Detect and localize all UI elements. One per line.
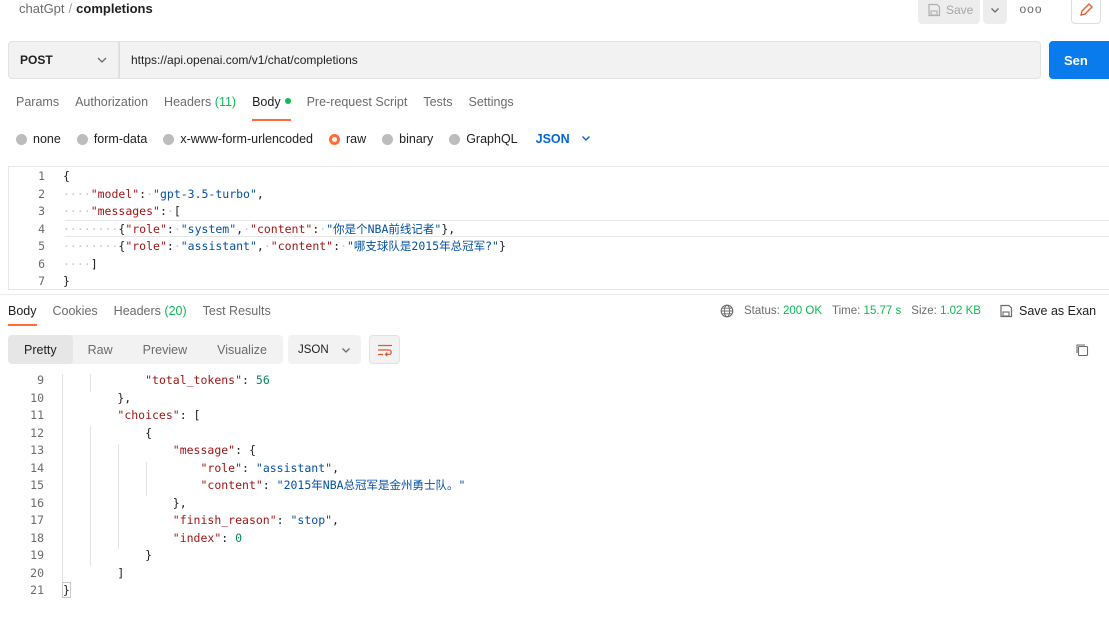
save-button[interactable]: Save: [918, 0, 980, 24]
chevron-down-icon: [97, 57, 107, 63]
url-input[interactable]: https://api.openai.com/v1/chat/completio…: [119, 41, 1041, 79]
request-tabs: Params Authorization Headers (11) Body P…: [0, 95, 522, 121]
edit-button[interactable]: [1071, 0, 1101, 24]
radio[interactable]: [382, 133, 394, 145]
body-modified-dot: [284, 98, 291, 104]
globe-icon[interactable]: [720, 304, 734, 318]
breadcrumb-collection[interactable]: chatGpt: [19, 1, 65, 16]
breadcrumb: chatGpt / completions: [19, 1, 153, 16]
body-type-form-data[interactable]: form-data: [76, 132, 147, 146]
response-meta: Status: 200 OK Time: 15.77 s Size: 1.02 …: [720, 304, 1096, 318]
radio[interactable]: [449, 133, 461, 145]
body-type-binary[interactable]: binary: [382, 132, 433, 146]
tab-response-headers[interactable]: Headers (20): [106, 304, 195, 326]
method-select[interactable]: POST: [8, 41, 119, 79]
response-format-value: JSON: [298, 343, 329, 356]
save-icon: [1000, 304, 1013, 318]
more-actions-button[interactable]: ooo: [1016, 2, 1046, 18]
response-tabs: Body Cookies Headers (20) Test Results: [0, 304, 279, 326]
radio[interactable]: [76, 133, 88, 145]
request-body-editor[interactable]: 1{ 2 ····"model":·"gpt-3.5-turbo", 3 ····"…: [8, 166, 1109, 290]
chevron-down-icon: [582, 136, 591, 141]
save-icon: [928, 3, 941, 17]
tab-body[interactable]: Body: [244, 95, 299, 121]
status-label: Status:: [744, 305, 780, 317]
response-format-select[interactable]: JSON: [288, 335, 361, 364]
pencil-icon: [1080, 3, 1093, 16]
view-preview[interactable]: Preview: [128, 335, 202, 364]
tab-params[interactable]: Params: [0, 95, 67, 121]
tab-response-body[interactable]: Body: [0, 304, 45, 326]
wrap-lines-button[interactable]: [369, 335, 400, 364]
chevron-down-icon: [341, 347, 350, 353]
size-value[interactable]: 1.02 KB: [940, 305, 981, 317]
body-type-none[interactable]: none: [16, 132, 61, 146]
body-type-selector: none form-data x-www-form-urlencoded raw…: [16, 130, 591, 148]
send-button[interactable]: Sen: [1049, 41, 1109, 79]
radio[interactable]: [16, 133, 27, 145]
time-label: Time:: [832, 305, 861, 317]
response-headers-count: (20): [164, 304, 187, 318]
tab-settings[interactable]: Settings: [461, 95, 522, 121]
status-value[interactable]: 200 OK: [783, 305, 822, 317]
save-label: Save: [946, 3, 974, 17]
method-value: POST: [20, 53, 53, 67]
view-visualize[interactable]: Visualize: [202, 335, 282, 364]
save-dropdown-button[interactable]: [983, 0, 1007, 24]
time-value[interactable]: 15.77 s: [864, 305, 902, 317]
save-response-button[interactable]: Save as Exan: [1019, 304, 1096, 318]
wrap-lines-icon: [377, 344, 392, 357]
headers-count: (11): [214, 95, 237, 109]
tab-test-results[interactable]: Test Results: [195, 304, 279, 326]
body-type-graphql[interactable]: GraphQL: [449, 132, 518, 146]
pane-divider[interactable]: [0, 294, 1109, 295]
tab-authorization[interactable]: Authorization: [67, 95, 156, 121]
tab-tests[interactable]: Tests: [415, 95, 460, 121]
raw-language-select[interactable]: JSON: [536, 132, 592, 146]
response-view-switcher: Pretty Raw Preview Visualize: [8, 335, 283, 364]
body-type-urlencoded[interactable]: x-www-form-urlencoded: [163, 132, 313, 146]
body-type-raw[interactable]: raw: [329, 132, 366, 146]
chevron-down-icon: [991, 8, 999, 13]
tab-pre-request-script[interactable]: Pre-request Script: [299, 95, 416, 121]
breadcrumb-separator: /: [68, 1, 73, 16]
tab-cookies[interactable]: Cookies: [45, 304, 106, 326]
response-body-viewer[interactable]: 9 "total_tokens": 56 10 }, 11 "choices":…: [0, 373, 1109, 622]
request-name[interactable]: completions: [76, 1, 153, 16]
radio[interactable]: [163, 133, 175, 145]
tab-headers[interactable]: Headers (11): [156, 95, 244, 121]
size-label: Size:: [911, 305, 937, 317]
radio-selected[interactable]: [329, 133, 340, 145]
copy-icon[interactable]: [1075, 343, 1089, 357]
view-raw[interactable]: Raw: [73, 335, 128, 364]
view-pretty[interactable]: Pretty: [8, 335, 73, 364]
